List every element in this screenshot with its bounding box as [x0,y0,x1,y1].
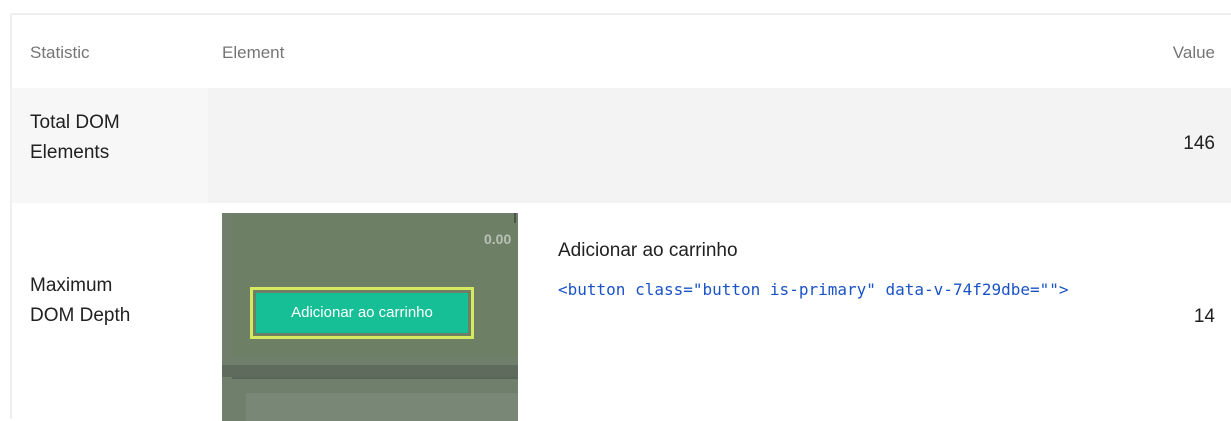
statistic-label-line1: Maximum [30,275,113,296]
dom-size-table: Statistic Element Value Total DOM Elemen… [10,13,1231,421]
thumbnail-add-to-cart-button: Adicionar ao carrinho [256,293,468,333]
statistic-label-line1: Total DOM [30,112,120,133]
header-statistic: Statistic [30,43,90,62]
statistic-value: 14 [1193,306,1215,327]
node-label: Adicionar ao carrinho [558,240,738,261]
statistic-cell: Total DOM Elements [12,88,208,203]
element-screenshot-thumbnail: 0.00 Adicionar ao carrinho [222,213,518,421]
statistic-value: 146 [1183,133,1215,154]
table-header: Statistic Element Value [12,15,1231,88]
statistic-label-line2: Elements [30,142,110,163]
node-snippet[interactable]: <button class="button is-primary" data-v… [558,274,1118,306]
thumbnail-price-fragment: 0.00 [484,231,512,247]
header-value: Value [1172,43,1215,62]
statistic-label: Maximum DOM Depth [30,271,130,331]
thumbnail-separator [222,365,518,377]
element-cell-empty [208,88,1231,203]
statistic-label-line2: DOM Depth [30,305,131,326]
table-row-maximum-dom-depth: Maximum DOM Depth 0.00 Adicionar ao carr… [12,203,1231,421]
thumbnail-divider [514,213,516,223]
thumbnail-lower-card [232,377,518,421]
header-element: Element [222,43,285,62]
highlighted-element-outline: Adicionar ao carrinho [250,287,474,339]
thumbnail-lower-card-inner [246,393,518,421]
statistic-label: Total DOM Elements [30,108,120,168]
table-row-total-dom-elements: Total DOM Elements 146 [12,88,1231,203]
